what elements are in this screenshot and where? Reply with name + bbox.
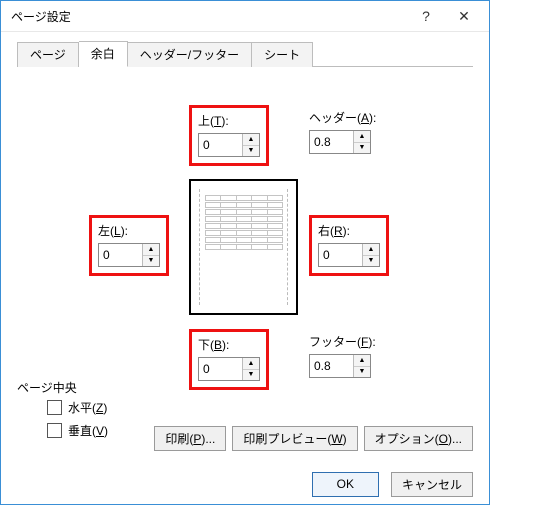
group-right: 右(R): 0 ▲ ▼: [309, 215, 389, 276]
label-right: 右(R):: [318, 222, 380, 239]
tab-header-footer[interactable]: ヘッダー/フッター: [128, 42, 252, 67]
center-checks: 水平(Z) 垂直(V): [47, 399, 108, 445]
button-row: 印刷(P)... 印刷プレビュー(W) オプション(O)...: [154, 426, 473, 451]
tab-bar: ページ 余白 ヘッダー/フッター シート: [17, 42, 473, 67]
spinner-right[interactable]: 0 ▲ ▼: [318, 243, 380, 267]
spinner-top-down[interactable]: ▼: [243, 146, 259, 157]
spinner-top-value[interactable]: 0: [199, 134, 242, 156]
spinner-top-up[interactable]: ▲: [243, 134, 259, 146]
spinner-top[interactable]: 0 ▲ ▼: [198, 133, 260, 157]
checkbox-horizontal[interactable]: 水平(Z): [47, 399, 108, 416]
ok-button[interactable]: OK: [312, 472, 379, 497]
highlight-right: 右(R): 0 ▲ ▼: [309, 215, 389, 276]
label-footer: フッター(F):: [309, 333, 376, 350]
help-button[interactable]: ?: [407, 3, 445, 29]
spinner-bottom-up[interactable]: ▲: [243, 358, 259, 370]
close-button[interactable]: ✕: [445, 3, 483, 29]
dialog-title: ページ設定: [11, 8, 407, 25]
preview-grid: [205, 195, 282, 255]
spinner-bottom[interactable]: 0 ▲ ▼: [198, 357, 260, 381]
page-preview: [189, 179, 298, 315]
checkbox-vertical-box[interactable]: [47, 423, 62, 438]
spinner-bottom-value[interactable]: 0: [199, 358, 242, 380]
spinner-left-up[interactable]: ▲: [143, 244, 159, 256]
titlebar: ページ設定 ? ✕: [1, 1, 489, 32]
options-button[interactable]: オプション(O)...: [364, 426, 473, 451]
tab-sheet[interactable]: シート: [252, 42, 313, 67]
spinner-right-down[interactable]: ▼: [363, 256, 379, 267]
spinner-footer-value[interactable]: 0.8: [310, 355, 353, 377]
highlight-left: 左(L): 0 ▲ ▼: [89, 215, 169, 276]
group-left: 左(L): 0 ▲ ▼: [89, 215, 169, 276]
group-bottom: 下(B): 0 ▲ ▼: [189, 329, 269, 390]
page-setup-dialog: ページ設定 ? ✕ ページ 余白 ヘッダー/フッター シート 上(T): 0: [0, 0, 490, 505]
label-bottom: 下(B):: [198, 336, 260, 353]
group-footer: フッター(F): 0.8 ▲ ▼: [309, 333, 376, 378]
checkbox-vertical[interactable]: 垂直(V): [47, 422, 108, 439]
group-top: 上(T): 0 ▲ ▼: [189, 105, 269, 166]
margins-panel: 上(T): 0 ▲ ▼ ヘッダー(A): 0.: [17, 77, 473, 437]
highlight-bottom: 下(B): 0 ▲ ▼: [189, 329, 269, 390]
spinner-left-down[interactable]: ▼: [143, 256, 159, 267]
spinner-right-value[interactable]: 0: [319, 244, 362, 266]
spinner-bottom-down[interactable]: ▼: [243, 370, 259, 381]
checkbox-horizontal-box[interactable]: [47, 400, 62, 415]
spinner-footer-up[interactable]: ▲: [354, 355, 370, 367]
spinner-left-value[interactable]: 0: [99, 244, 142, 266]
cancel-button[interactable]: キャンセル: [391, 472, 473, 497]
spinner-footer-down[interactable]: ▼: [354, 367, 370, 378]
spinner-right-up[interactable]: ▲: [363, 244, 379, 256]
ok-cancel-row: OK キャンセル: [312, 472, 473, 497]
tab-page[interactable]: ページ: [17, 42, 79, 67]
spinner-header[interactable]: 0.8 ▲ ▼: [309, 130, 371, 154]
label-header: ヘッダー(A):: [309, 109, 376, 126]
checkbox-vertical-label: 垂直(V): [68, 422, 108, 439]
spinner-header-down[interactable]: ▼: [354, 143, 370, 154]
center-section-label: ページ中央: [17, 379, 77, 396]
label-top: 上(T):: [198, 112, 260, 129]
tab-margins[interactable]: 余白: [79, 41, 128, 67]
label-left: 左(L):: [98, 222, 160, 239]
dialog-body: ページ 余白 ヘッダー/フッター シート 上(T): 0 ▲ ▼: [1, 32, 489, 505]
spinner-footer[interactable]: 0.8 ▲ ▼: [309, 354, 371, 378]
spinner-header-up[interactable]: ▲: [354, 131, 370, 143]
group-header: ヘッダー(A): 0.8 ▲ ▼: [309, 109, 376, 154]
checkbox-horizontal-label: 水平(Z): [68, 399, 107, 416]
spinner-header-value[interactable]: 0.8: [310, 131, 353, 153]
print-preview-button[interactable]: 印刷プレビュー(W): [232, 426, 357, 451]
spinner-left[interactable]: 0 ▲ ▼: [98, 243, 160, 267]
print-button[interactable]: 印刷(P)...: [154, 426, 226, 451]
highlight-top: 上(T): 0 ▲ ▼: [189, 105, 269, 166]
